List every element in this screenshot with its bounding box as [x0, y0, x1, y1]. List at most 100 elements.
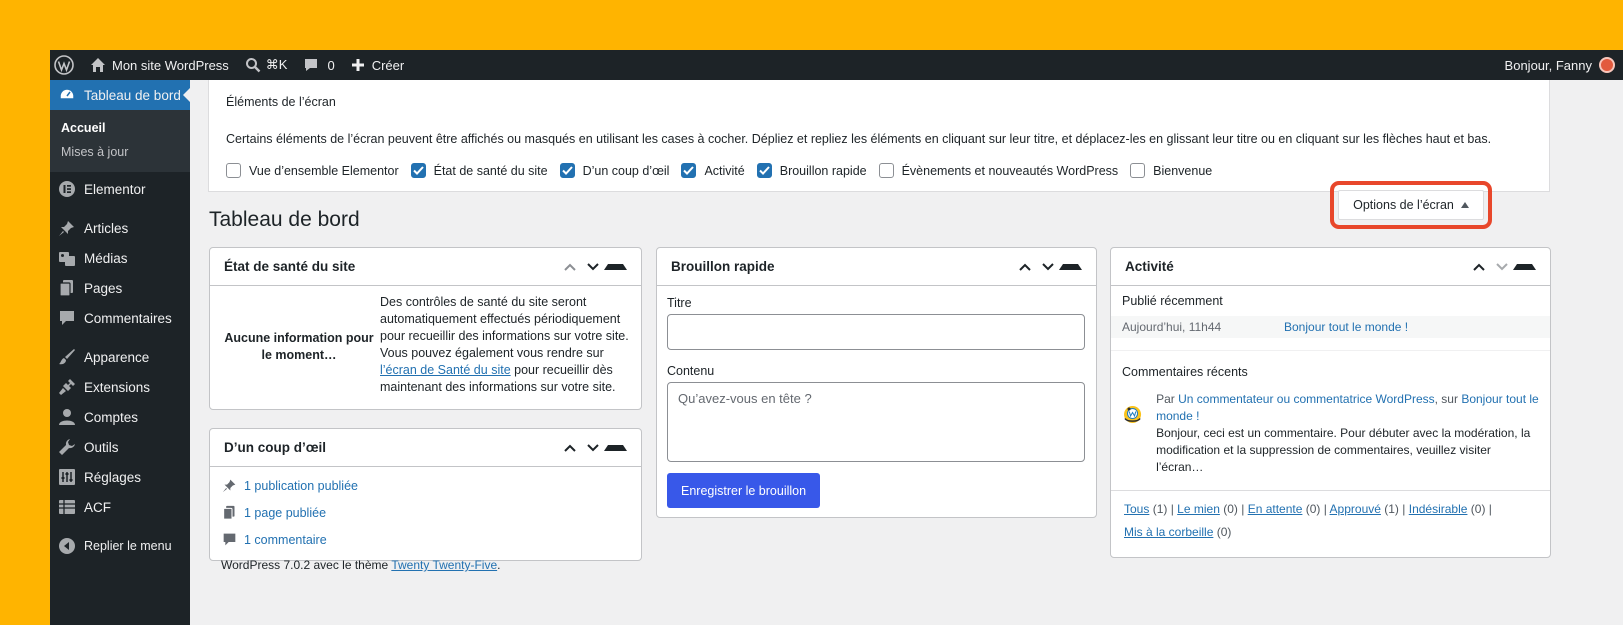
widget-title: D’un coup d’œil	[224, 440, 326, 455]
chevron-down-icon[interactable]	[581, 443, 604, 452]
screen-option-checkbox[interactable]: Bienvenue	[1130, 163, 1212, 178]
site-name-link[interactable]: Mon site WordPress	[82, 50, 237, 80]
toggle-triangle-icon[interactable]	[1513, 263, 1536, 270]
save-draft-button[interactable]: Enregistrer le brouillon	[667, 473, 821, 508]
dashboard-gauge-icon	[58, 86, 76, 104]
home-icon	[91, 58, 105, 72]
chevron-up-icon[interactable]	[558, 444, 581, 452]
comment-excerpt: Bonjour, ceci est un commentaire. Pour d…	[1156, 426, 1531, 474]
screen-option-checkbox[interactable]: État de santé du site	[410, 163, 548, 178]
checkbox-checked-icon[interactable]	[410, 163, 426, 178]
post-date: Aujourd’hui, 11h44	[1122, 320, 1222, 334]
sidebar-item-settings[interactable]: Réglages	[50, 462, 190, 492]
sidebar-item-posts[interactable]: Articles	[50, 213, 190, 243]
sidebar-item-plugins[interactable]: Extensions	[50, 372, 190, 402]
widget-header[interactable]: État de santé du site	[210, 248, 641, 286]
checkbox-label: Brouillon rapide	[779, 163, 867, 178]
sidebar-item-acf[interactable]: ACF	[50, 492, 190, 522]
quick-draft-widget: Brouillon rapide Titre Contenu Qu’avez-v…	[656, 247, 1097, 518]
widget-header[interactable]: Activité	[1111, 248, 1550, 286]
checkbox-checked-icon[interactable]	[681, 163, 697, 178]
pages-count-link[interactable]: 1 page publiée	[244, 506, 326, 520]
filter-count: (0)	[1223, 502, 1238, 516]
sidebar-item-users[interactable]: Comptes	[50, 402, 190, 432]
create-new-link[interactable]: Créer	[343, 50, 413, 80]
checkbox-unchecked-icon[interactable]	[226, 163, 241, 178]
submenu-item-home[interactable]: Accueil	[50, 116, 190, 140]
search-command[interactable]: ⌘K	[237, 50, 296, 80]
site-health-link[interactable]: l’écran de Santé du site	[380, 363, 511, 377]
post-title-link[interactable]: Bonjour tout le monde !	[1284, 320, 1408, 334]
comments-link[interactable]: 0	[295, 50, 342, 80]
create-label: Créer	[371, 57, 405, 73]
screen-options-button-label: Options de l’écran	[1353, 198, 1454, 212]
wordpress-logo-icon[interactable]	[50, 50, 82, 80]
toggle-triangle-icon[interactable]	[604, 444, 627, 451]
checkbox-unchecked-icon[interactable]	[878, 163, 894, 178]
widget-title: Brouillon rapide	[671, 259, 775, 274]
user-account-menu[interactable]: Bonjour, Fanny	[1497, 50, 1623, 80]
admin-sidebar: Tableau de bord Accueil Mises à jour Ele…	[50, 80, 190, 625]
chevron-down-icon[interactable]	[1036, 262, 1059, 271]
media-icon	[58, 249, 76, 267]
screen-options-highlight: Options de l’écran	[1330, 181, 1492, 229]
screen-options-button[interactable]: Options de l’écran	[1338, 190, 1484, 220]
toggle-triangle-icon[interactable]	[1059, 263, 1082, 270]
chevron-up-icon[interactable]	[1013, 263, 1036, 271]
filter-separator: |	[1167, 502, 1178, 516]
sidebar-item-appearance[interactable]: Apparence	[50, 342, 190, 372]
sidebar-item-dashboard[interactable]: Tableau de bord	[50, 80, 190, 110]
recent-post-row: Aujourd’hui, 11h44 Bonjour tout le monde…	[1111, 316, 1550, 338]
comments-count-link[interactable]: 1 commentaire	[244, 533, 327, 547]
screen-option-checkbox[interactable]: Activité	[681, 163, 745, 178]
settings-sliders-icon	[58, 468, 76, 486]
sidebar-item-elementor[interactable]: Elementor	[50, 174, 190, 204]
sidebar-item-tools[interactable]: Outils	[50, 432, 190, 462]
draft-content-textarea[interactable]: Qu’avez-vous en tête ?	[667, 382, 1085, 462]
chevron-down-icon[interactable]	[581, 262, 604, 271]
filter-separator: |	[1398, 502, 1409, 516]
submenu-item-updates[interactable]: Mises à jour	[50, 140, 190, 164]
filter-count: (1)	[1384, 502, 1399, 516]
filter-link[interactable]: En attente	[1248, 502, 1303, 516]
chevron-down-icon[interactable]	[1490, 262, 1513, 271]
toggle-triangle-icon[interactable]	[604, 263, 627, 270]
collapse-menu-button[interactable]: Replier le menu	[50, 531, 190, 561]
triangle-up-icon	[1460, 202, 1469, 208]
checkbox-checked-icon[interactable]	[559, 163, 575, 178]
theme-link[interactable]: Twenty Twenty-Five	[391, 558, 497, 572]
sidebar-item-label: Réglages	[84, 469, 142, 485]
activity-widget: Activité Publié récemment Aujourd’hui, 1…	[1110, 247, 1551, 558]
sidebar-item-pages[interactable]: Pages	[50, 273, 190, 303]
screen-option-checkbox[interactable]: Brouillon rapide	[756, 163, 867, 178]
chevron-up-icon[interactable]	[558, 263, 581, 271]
filter-link[interactable]: Le mien	[1177, 502, 1220, 516]
recently-published-heading: Publié récemment	[1122, 294, 1223, 308]
recent-comments-heading: Commentaires récents	[1122, 365, 1248, 379]
filter-link[interactable]: Indésirable	[1409, 502, 1468, 516]
posts-count-link[interactable]: 1 publication publiée	[244, 479, 358, 493]
at-a-glance-widget: D’un coup d’œil 1 publication publiée 1 …	[209, 428, 642, 572]
filter-link[interactable]: Mis à la corbeille	[1124, 525, 1213, 539]
widget-header[interactable]: D’un coup d’œil	[210, 429, 641, 467]
comment-author-link[interactable]: Un commentateur ou commentatrice WordPre…	[1178, 392, 1435, 406]
sidebar-item-label: Comptes	[84, 409, 139, 425]
filter-link[interactable]: Approuvé	[1330, 502, 1381, 516]
widget-header[interactable]: Brouillon rapide	[657, 248, 1096, 286]
plus-icon	[351, 59, 364, 71]
checkbox-label: Évènements et nouveautés WordPress	[901, 163, 1119, 178]
checkbox-unchecked-icon[interactable]	[1130, 163, 1146, 178]
screen-option-checkbox[interactable]: Vue d’ensemble Elementor	[226, 163, 399, 178]
filter-link[interactable]: Tous	[1124, 502, 1149, 516]
plugin-icon	[58, 378, 76, 396]
screen-option-checkbox[interactable]: Évènements et nouveautés WordPress	[878, 163, 1119, 178]
page-title: Tableau de bord	[209, 208, 360, 231]
draft-title-input[interactable]	[667, 314, 1085, 350]
screen-option-checkbox[interactable]: D’un coup d’œil	[559, 163, 669, 178]
comment-bubble-icon	[305, 59, 318, 71]
screen-options-title: Éléments de l’écran	[226, 95, 336, 109]
chevron-up-icon[interactable]	[1467, 263, 1490, 271]
sidebar-item-media[interactable]: Médias	[50, 243, 190, 273]
checkbox-checked-icon[interactable]	[756, 163, 772, 178]
sidebar-item-comments[interactable]: Commentaires	[50, 303, 190, 333]
